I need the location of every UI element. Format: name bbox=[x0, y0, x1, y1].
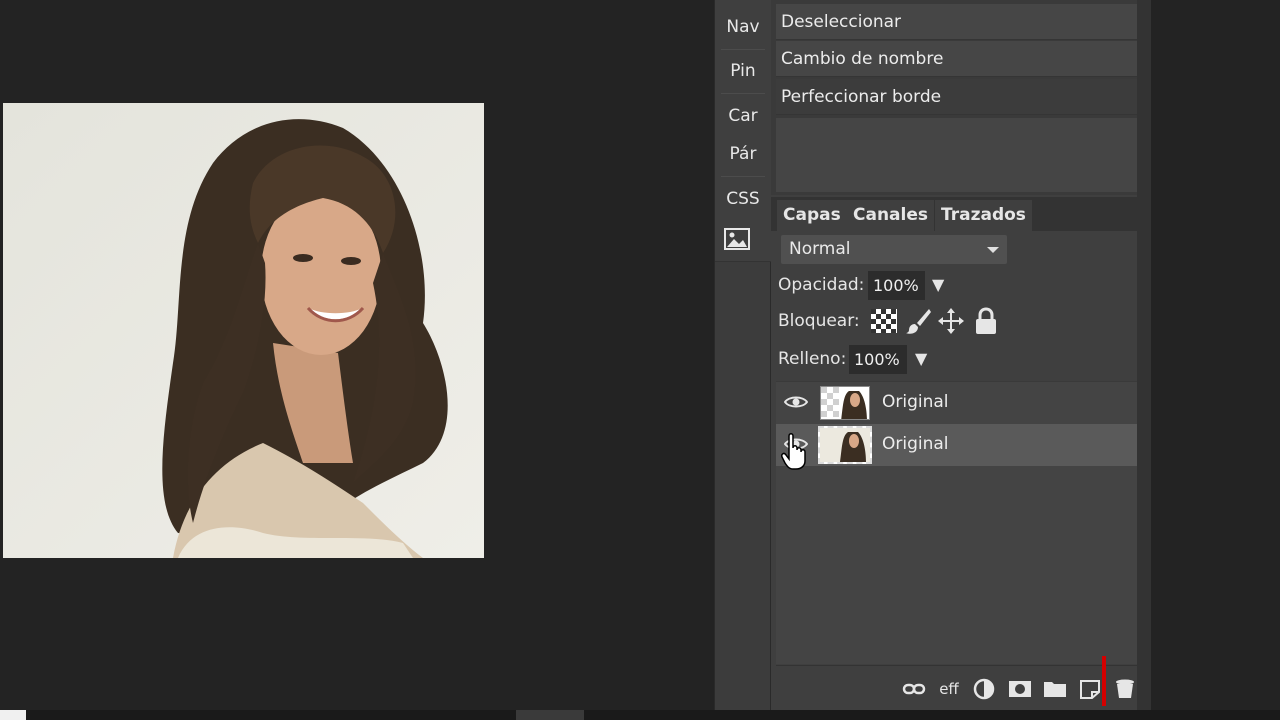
scrollbar-left-cap bbox=[0, 710, 26, 720]
layer-thumbnail bbox=[818, 426, 872, 464]
layers-tabs: Capas Canales Trazados bbox=[771, 197, 1151, 231]
panel-scroll-strip[interactable] bbox=[1137, 0, 1151, 710]
eye-icon[interactable] bbox=[784, 394, 808, 410]
trash-icon[interactable] bbox=[1114, 678, 1136, 700]
tab-paragraph[interactable]: Pár bbox=[715, 139, 771, 169]
layer-row[interactable]: Original bbox=[776, 382, 1137, 424]
fill-input[interactable]: 100% bbox=[849, 345, 907, 374]
fill-label: Relleno: bbox=[778, 349, 847, 369]
move-icon[interactable] bbox=[936, 306, 966, 336]
portrait-image bbox=[3, 103, 484, 558]
tab-divider bbox=[721, 49, 765, 50]
lock-icon[interactable] bbox=[971, 306, 1001, 336]
tab-paths[interactable]: Trazados bbox=[935, 200, 1032, 231]
scrollbar-thumb[interactable] bbox=[516, 710, 584, 720]
menu-deselect[interactable]: Deseleccionar bbox=[776, 4, 1137, 40]
tab-brushes[interactable]: Pin bbox=[715, 56, 771, 86]
tab-layers[interactable]: Capas bbox=[777, 200, 847, 231]
tab-navigator[interactable]: Nav bbox=[715, 12, 771, 42]
horizontal-scrollbar[interactable] bbox=[0, 710, 1280, 720]
brush-icon[interactable] bbox=[903, 306, 933, 336]
link-icon[interactable] bbox=[902, 678, 926, 700]
opacity-input[interactable]: 100% bbox=[868, 271, 925, 300]
blend-mode-select[interactable]: Normal bbox=[781, 235, 1007, 264]
mask-icon[interactable] bbox=[1008, 678, 1032, 700]
chevron-down-icon bbox=[987, 247, 999, 253]
context-menu: Deseleccionar Cambio de nombre Perfeccio… bbox=[771, 0, 1151, 195]
fill-dropdown-icon[interactable]: ▼ bbox=[915, 349, 927, 368]
effects-button[interactable]: eff bbox=[938, 678, 960, 700]
layers-footer-toolbar: eff bbox=[776, 665, 1137, 710]
layer-name: Original bbox=[882, 434, 949, 454]
photo-editor-window: Nav Pin Car Pár CSS Deseleccionar Cambio… bbox=[0, 0, 1280, 720]
lock-transparency-icon[interactable] bbox=[869, 306, 899, 336]
layer-row-selected[interactable]: Original bbox=[776, 424, 1137, 466]
tab-divider bbox=[721, 93, 765, 94]
opacity-label: Opacidad: bbox=[778, 275, 865, 295]
tab-css[interactable]: CSS bbox=[715, 184, 771, 214]
adjustment-icon[interactable] bbox=[973, 678, 995, 700]
layer-thumbnail bbox=[820, 386, 870, 420]
tab-characters[interactable]: Car bbox=[715, 101, 771, 131]
layer-name: Original bbox=[882, 392, 949, 412]
menu-rename[interactable]: Cambio de nombre bbox=[776, 41, 1137, 77]
menu-empty-area bbox=[776, 118, 1137, 192]
red-highlight-marker bbox=[1102, 656, 1106, 706]
new-layer-icon[interactable] bbox=[1079, 678, 1101, 700]
canvas-photo[interactable] bbox=[3, 103, 484, 558]
eye-icon[interactable] bbox=[784, 436, 808, 452]
folder-icon[interactable] bbox=[1043, 678, 1067, 700]
opacity-dropdown-icon[interactable]: ▼ bbox=[932, 275, 944, 294]
blend-mode-value: Normal bbox=[789, 239, 851, 259]
right-panel: Deseleccionar Cambio de nombre Perfeccio… bbox=[771, 0, 1151, 710]
menu-refine-edge[interactable]: Perfeccionar borde bbox=[776, 79, 1137, 115]
image-icon[interactable] bbox=[724, 228, 750, 250]
lock-label: Bloquear: bbox=[778, 311, 860, 331]
panel-tab-strip: Nav Pin Car Pár CSS bbox=[714, 0, 771, 710]
layers-list: Original Original bbox=[776, 381, 1137, 664]
tab-channels[interactable]: Canales bbox=[847, 200, 934, 231]
tab-divider bbox=[721, 176, 765, 177]
